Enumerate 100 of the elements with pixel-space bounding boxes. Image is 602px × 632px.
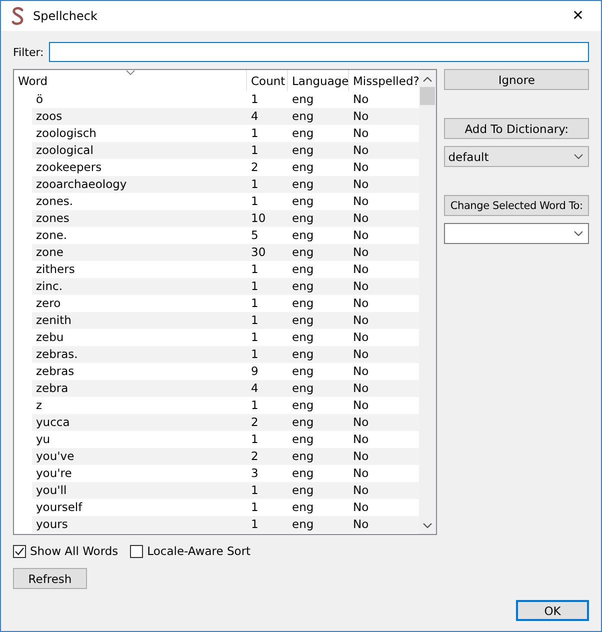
scroll-up-icon [423, 77, 432, 82]
table-cell-text: eng [291, 516, 315, 533]
table-cell-text: 1 [250, 516, 260, 533]
checkbox[interactable] [130, 544, 144, 558]
scroll-thumb[interactable] [420, 87, 436, 105]
table-cell-text: zebra [35, 380, 70, 397]
column-header[interactable]: Misspelled? [349, 70, 417, 91]
table-cell-text: zoological [35, 142, 94, 159]
table-cell-text: zone. [35, 227, 68, 244]
table-cell-text: zithers [35, 261, 76, 278]
table-cell-text: eng [291, 346, 315, 363]
table-cell-text: 1 [250, 312, 260, 329]
table-cell-text: eng [291, 261, 315, 278]
table-cell-text: yourself [35, 499, 84, 516]
table-cell-text: eng [291, 193, 315, 210]
dictionary-dropdown[interactable]: default [444, 146, 589, 167]
table-cell-text: zooarchaeology [35, 176, 128, 193]
table-cell-text: ö [35, 91, 44, 108]
filter-label: Filter: [13, 46, 44, 58]
table-cell-text: eng [291, 210, 315, 227]
table-cell-text: eng [291, 159, 315, 176]
ignore-button[interactable]: Ignore [444, 69, 589, 90]
table-cell-text: 1 [250, 193, 260, 210]
table-cell-text: eng [291, 448, 315, 465]
table-cell-text: eng [291, 125, 315, 142]
table-cell-text: eng [291, 108, 315, 125]
table-cell-text: No [352, 499, 370, 516]
table-cell-text: No [352, 431, 370, 448]
app-logo-icon [11, 7, 25, 25]
table-cell-text: No [352, 210, 370, 227]
table-cell-text: 10 [250, 210, 267, 227]
table-cell-text: 4 [250, 108, 260, 125]
checkbox-label: Show All Words [30, 544, 118, 558]
table-cell-text: 1 [250, 91, 260, 108]
table-cell-text: No [352, 108, 370, 125]
checkbox-label: Locale-Aware Sort [147, 544, 251, 558]
table-cell-text: 9 [250, 363, 260, 380]
table-cell-text: eng [291, 465, 315, 482]
table-cell-text: No [352, 380, 370, 397]
table-cell-text: eng [291, 91, 315, 108]
table-cell-text: you've [35, 448, 76, 465]
table-cell-text: eng [291, 329, 315, 346]
change-word-button[interactable]: Change Selected Word To: [444, 195, 589, 216]
table-cell-text: No [352, 516, 370, 533]
table-cell-text: No [352, 465, 370, 482]
table-cell-text: 1 [250, 176, 260, 193]
table-cell-text: No [352, 125, 370, 142]
replacement-dropdown[interactable] [444, 223, 589, 244]
table-cell-text: zoos [35, 108, 64, 125]
table-cell-text: 1 [250, 261, 260, 278]
column-header[interactable]: Count [247, 70, 288, 91]
table-cell-text: zebras. [35, 346, 79, 363]
refresh-button[interactable]: Refresh [13, 568, 87, 589]
table-cell-text: 3 [250, 465, 260, 482]
scrollbar[interactable] [419, 70, 436, 534]
table-cell-text: eng [291, 176, 315, 193]
table-cell-text: zones. [35, 193, 74, 210]
table-cell-text: No [352, 414, 370, 431]
table-cell-text: No [352, 159, 370, 176]
column-header[interactable]: Word [14, 70, 247, 91]
table-cell-text: No [352, 482, 370, 499]
table-cell-text: 30 [250, 244, 267, 261]
table-cell-text: 1 [250, 397, 260, 414]
chevron-down-icon [574, 154, 583, 159]
table-cell-text: you're [35, 465, 73, 482]
table-cell-text: 1 [250, 295, 260, 312]
table-cell-text: 1 [250, 125, 260, 142]
table-cell-text: yours [35, 516, 69, 533]
table-cell-text: eng [291, 142, 315, 159]
table-cell-text: 4 [250, 380, 260, 397]
table-cell-text: zebras [35, 363, 76, 380]
table-cell-text: eng [291, 244, 315, 261]
ok-button[interactable]: OK [516, 600, 589, 621]
add-to-dictionary-button[interactable]: Add To Dictionary: [444, 118, 589, 139]
table-cell-text: No [352, 329, 370, 346]
table-cell-text: zinc. [35, 278, 64, 295]
close-button[interactable]: ✕ [555, 1, 601, 31]
table-cell-text: 1 [250, 499, 260, 516]
table-cell-text: you'll [35, 482, 68, 499]
table-cell-text: No [352, 295, 370, 312]
column-header[interactable]: Language [288, 70, 349, 91]
filter-field[interactable] [48, 42, 589, 62]
table-cell-text: 2 [250, 414, 260, 431]
table-cell-text: eng [291, 363, 315, 380]
checkbox[interactable] [13, 544, 26, 558]
table-cell-text: yucca [35, 414, 71, 431]
table-cell-text: eng [291, 397, 315, 414]
table-cell-text: eng [291, 278, 315, 295]
table-cell-text: eng [291, 380, 315, 397]
table-cell-text: z [35, 397, 44, 414]
table-cell-text: No [352, 312, 370, 329]
table-cell-text: 1 [250, 329, 260, 346]
table-cell-text: No [352, 91, 370, 108]
table-cell-text: 1 [250, 346, 260, 363]
table-cell-text: No [352, 363, 370, 380]
table-cell-text: No [352, 397, 370, 414]
window-title: Spellcheck [33, 9, 98, 23]
table-cell-text: zenith [35, 312, 72, 329]
table-cell-text: 1 [250, 278, 260, 295]
table-cell-text: No [352, 346, 370, 363]
